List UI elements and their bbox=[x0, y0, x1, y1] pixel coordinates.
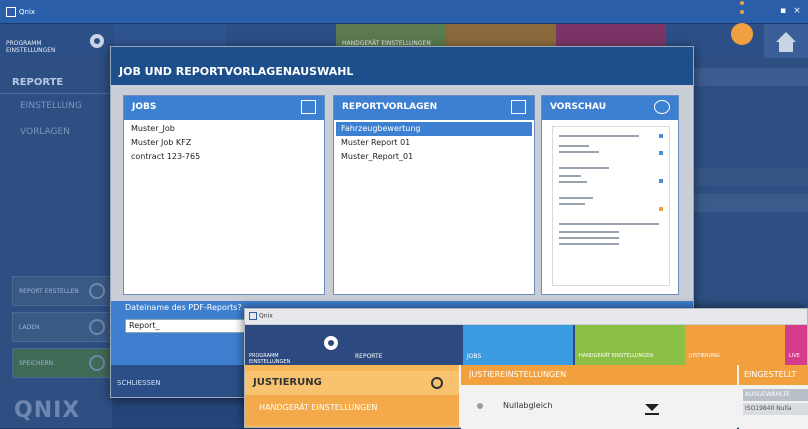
preview-line bbox=[559, 223, 659, 225]
preview-line bbox=[559, 175, 581, 177]
overlay-nav-jobs[interactable]: JOBS bbox=[463, 325, 573, 365]
app-logo: Qnix bbox=[6, 6, 36, 18]
overlay-navigation: PROGRAMM EINSTELLUNGEN REPORTE JOBS HAND… bbox=[245, 325, 807, 365]
radio-icon[interactable] bbox=[477, 403, 483, 409]
status-dot-2 bbox=[740, 10, 744, 14]
preview-line bbox=[559, 203, 585, 205]
gear-icon[interactable] bbox=[86, 30, 108, 52]
overlay-nav-handgeraet-label: HANDGERÄT EINSTELLUNGEN bbox=[579, 353, 654, 359]
sidebar-header: REPORTE bbox=[0, 72, 112, 94]
home-icon bbox=[776, 32, 796, 52]
preview-mark bbox=[659, 134, 663, 138]
jobs-panel-header: JOBS bbox=[124, 96, 324, 120]
report-preview-thumbnail bbox=[552, 126, 670, 286]
overlay-iso-row: ISO19840 Nulla bbox=[743, 403, 808, 415]
overlay-justiereinstellungen-header: JUSTIEREINSTELLUNGEN bbox=[461, 365, 737, 385]
job-item[interactable]: Muster_Job bbox=[126, 122, 180, 136]
overlay-nav-justierung[interactable]: JUSTIERUNG bbox=[685, 325, 785, 365]
document-chart-icon[interactable] bbox=[511, 100, 526, 114]
reportvorlage-item-selected[interactable]: Fahrzeugbewertung bbox=[336, 122, 532, 136]
sidebar-item-einstellung[interactable]: EINSTELLUNG bbox=[0, 94, 112, 120]
overlay-justierung-header-label: JUSTIERUNG bbox=[253, 377, 322, 388]
reportvorlagen-header-label: REPORTVORLAGEN bbox=[342, 102, 438, 112]
preview-line bbox=[559, 231, 619, 233]
overlay-ausgewaehlte-row: AUSGEWÄHLTE bbox=[743, 389, 808, 401]
job-item[interactable]: Muster Job KFZ bbox=[126, 136, 196, 150]
preview-line bbox=[559, 145, 589, 147]
preview-line bbox=[559, 167, 609, 169]
overlay-nav-programm[interactable]: PROGRAMM EINSTELLUNGEN bbox=[245, 325, 313, 365]
reportvorlage-item[interactable]: Muster_Report_01 bbox=[336, 150, 418, 164]
preview-line bbox=[559, 151, 599, 153]
overlay-eingestellt-header: EINGESTELLT bbox=[739, 365, 808, 385]
speichern-button[interactable]: SPEICHERN bbox=[12, 348, 112, 378]
report-erstellen-icon bbox=[89, 283, 105, 299]
filename-input[interactable]: Report_ bbox=[125, 319, 255, 333]
right-panel-bar-1 bbox=[694, 68, 808, 86]
overlay-nav-reporte[interactable]: REPORTE bbox=[351, 325, 461, 365]
overlay-nav-handgeraet[interactable]: HANDGERÄT EINSTELLUNGEN bbox=[575, 325, 685, 365]
speichern-icon bbox=[89, 355, 105, 371]
filename-label: Dateiname des PDF-Reports? bbox=[125, 303, 242, 312]
reportvorlagen-panel-header: REPORTVORLAGEN bbox=[334, 96, 534, 120]
overlay-nav-live-label: LIVE bbox=[789, 353, 800, 359]
overlay-justierung-header: JUSTIERUNG bbox=[245, 371, 459, 395]
job-item[interactable]: contract 123-765 bbox=[126, 150, 205, 164]
schliessen-button[interactable]: SCHLIESSEN bbox=[117, 379, 161, 387]
overlay-gear-icon[interactable] bbox=[321, 333, 341, 353]
reportvorlage-item[interactable]: Muster Report 01 bbox=[336, 136, 415, 150]
preview-line bbox=[559, 197, 593, 199]
window-titlebar: Qnix ▪ × bbox=[0, 0, 808, 24]
overlay-nav-justierung-label: JUSTIERUNG bbox=[689, 353, 720, 359]
sidebar: REPORTE EINSTELLUNG VORLAGEN REPORT ERST… bbox=[0, 58, 112, 428]
close-window-icon[interactable]: × bbox=[792, 6, 802, 16]
notification-dot[interactable] bbox=[731, 23, 753, 45]
preview-mark bbox=[659, 151, 663, 155]
reportvorlagen-panel: REPORTVORLAGEN Fahrzeugbewertung Muster … bbox=[333, 95, 535, 295]
overlay-nav-jobs-label: JOBS bbox=[467, 353, 482, 360]
status-dot-1 bbox=[740, 1, 744, 5]
vorschau-panel: VORSCHAU bbox=[541, 95, 679, 295]
preview-line bbox=[559, 243, 619, 245]
home-button[interactable] bbox=[764, 24, 808, 58]
report-erstellen-button[interactable]: REPORT ERSTELLEN bbox=[12, 276, 112, 306]
overlay-nav-reporte-label: REPORTE bbox=[355, 353, 383, 360]
minimize-icon[interactable]: ▪ bbox=[778, 6, 788, 16]
nav-programm-label: PROGRAMM EINSTELLUNGEN bbox=[6, 40, 56, 54]
overlay-app-logo: Qnix bbox=[249, 312, 273, 320]
vorschau-panel-header: VORSCHAU bbox=[542, 96, 678, 120]
chevron-down-icon[interactable] bbox=[645, 401, 659, 415]
laden-button[interactable]: LADEN bbox=[12, 312, 112, 342]
preview-line bbox=[559, 237, 619, 239]
overlay-nullabgleich-label: Nullabgleich bbox=[503, 401, 553, 410]
dialog-title: JOB UND REPORTVORLAGENAUSWAHL bbox=[119, 65, 354, 78]
overlay-sidebar-item-handgeraet[interactable]: HANDGERÄT EINSTELLUNGEN bbox=[245, 395, 459, 425]
brand-logo: QNIX bbox=[14, 398, 81, 423]
laden-label: LADEN bbox=[19, 324, 40, 331]
preview-line bbox=[559, 181, 587, 183]
speichern-label: SPEICHERN bbox=[19, 360, 54, 367]
report-erstellen-label: REPORT ERSTELLEN bbox=[19, 288, 79, 295]
nav-programm-einstellungen[interactable]: PROGRAMM EINSTELLUNGEN bbox=[0, 24, 80, 58]
eye-icon[interactable] bbox=[654, 100, 670, 114]
overlay-nav-live[interactable]: LIVE bbox=[785, 325, 807, 365]
right-panel-bar-3 bbox=[694, 194, 808, 212]
preview-mark bbox=[659, 207, 663, 211]
vorschau-header-label: VORSCHAU bbox=[550, 102, 607, 112]
dialog-body: JOBS Muster_Job Muster Job KFZ contract … bbox=[111, 85, 693, 301]
overlay-screenshot-window: Qnix PROGRAMM EINSTELLUNGEN REPORTE JOBS… bbox=[244, 308, 808, 429]
preview-mark bbox=[659, 179, 663, 183]
overlay-titlebar: Qnix bbox=[245, 309, 807, 325]
target-icon bbox=[431, 377, 443, 389]
dialog-header: JOB UND REPORTVORLAGENAUSWAHL bbox=[111, 47, 693, 85]
jobs-panel: JOBS Muster_Job Muster Job KFZ contract … bbox=[123, 95, 325, 295]
preview-line bbox=[559, 135, 639, 137]
laden-icon bbox=[89, 319, 105, 335]
overlay-nav-programm-label: PROGRAMM EINSTELLUNGEN bbox=[249, 353, 291, 365]
jobs-header-label: JOBS bbox=[132, 102, 157, 112]
right-panel-bar-2 bbox=[694, 168, 808, 186]
folder-icon[interactable] bbox=[301, 100, 316, 114]
sidebar-item-vorlagen[interactable]: VORLAGEN bbox=[0, 120, 112, 146]
